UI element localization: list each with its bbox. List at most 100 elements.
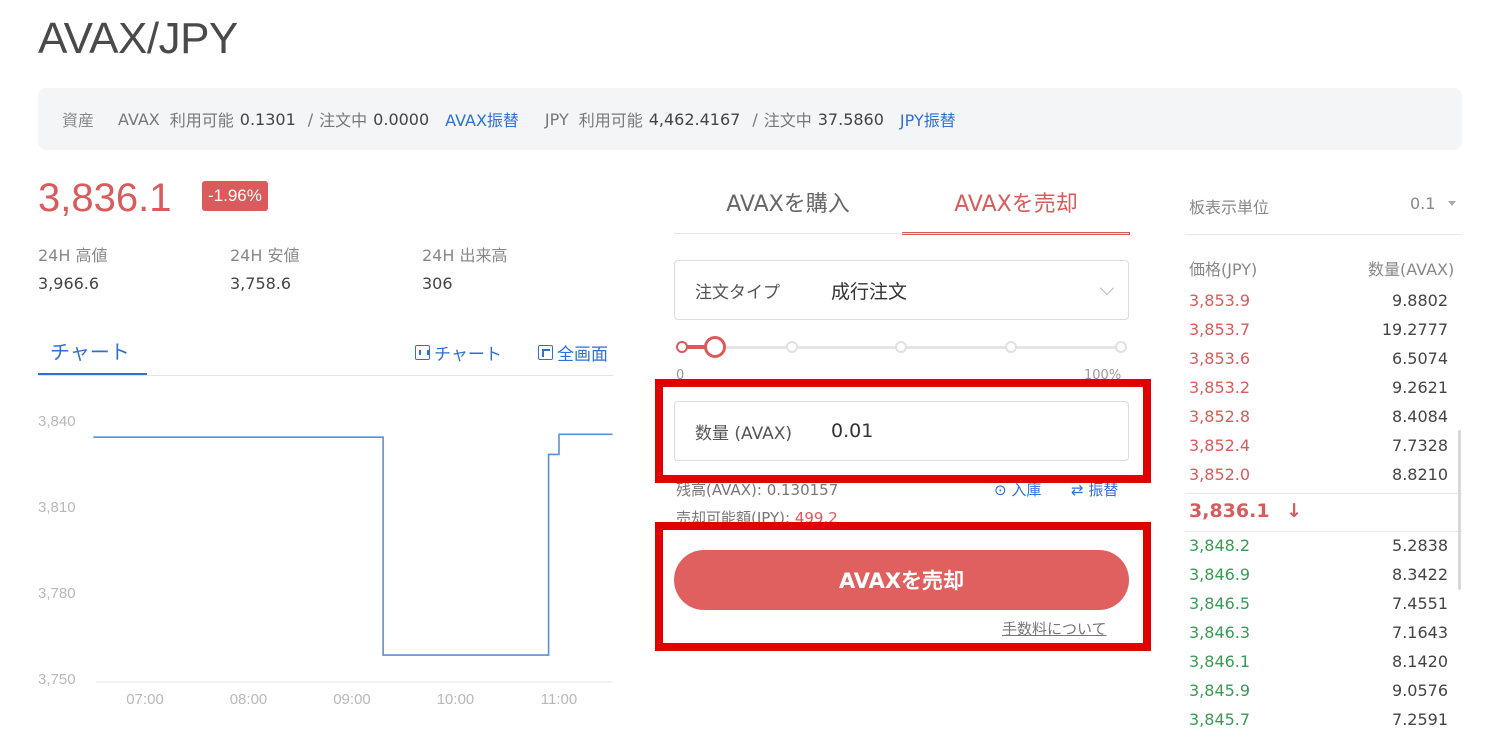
assets-label: 資産 — [62, 111, 95, 130]
orderbook-qty-header: 数量(AVAX) — [1368, 260, 1455, 279]
orderbook-bid-price: 3,846.5 — [1189, 594, 1251, 613]
chart-x-tick-label: 08:00 — [230, 691, 268, 708]
orderbook-ask-row[interactable]: 3,852.4 7.7328 — [1189, 436, 1448, 465]
chart-bars-icon — [415, 345, 430, 360]
orderbook-bid-qty: 8.3422 — [1392, 565, 1448, 584]
slider-dot-100[interactable] — [1115, 341, 1127, 353]
orderbook-bid-price: 3,846.3 — [1189, 623, 1251, 642]
orderbook-bid-price: 3,845.9 — [1189, 681, 1251, 700]
jpy-available-label: 利用可能 — [578, 111, 643, 130]
caret-down-icon — [1448, 201, 1456, 206]
stat-low-label: 24H 安値 — [230, 246, 300, 265]
trade-tab-divider — [674, 233, 1129, 234]
slider-dot-75[interactable] — [1005, 341, 1017, 353]
slider-start-dot — [676, 341, 688, 353]
jpy-separator: / — [752, 109, 758, 129]
orderbook-ask-qty: 6.5074 — [1392, 349, 1448, 368]
balance-value: 0.130157 — [766, 481, 839, 499]
chart-x-tick-label: 07:00 — [126, 691, 164, 708]
orderbook-divider — [1185, 234, 1462, 235]
avax-available-label: 利用可能 — [169, 111, 234, 130]
orderbook-ask-price: 3,853.6 — [1189, 349, 1251, 368]
chevron-down-icon — [1099, 280, 1115, 296]
orderbook-bid-row[interactable]: 3,845.9 9.0576 — [1189, 681, 1448, 710]
orderbook-bid-price: 3,846.1 — [1189, 652, 1251, 671]
orderbook-ask-price: 3,853.7 — [1189, 320, 1251, 339]
slider-dot-25[interactable] — [786, 341, 798, 353]
stat-high-label: 24H 高値 — [38, 246, 108, 265]
orderbook-bid-qty: 9.0576 — [1392, 681, 1448, 700]
orderbook-last-price: 3,836.1 ↓ — [1189, 500, 1302, 522]
orderbook-bid-row[interactable]: 3,848.2 5.2838 — [1189, 536, 1448, 565]
jpy-in-order-label: 注文中 — [763, 111, 812, 130]
orderbook-unit-label: 板表示単位 — [1189, 198, 1270, 217]
jpy-transfer-link[interactable]: JPY振替 — [900, 107, 956, 131]
avax-in-order-value: 0.0000 — [373, 109, 430, 129]
orderbook-bid-qty: 7.1643 — [1392, 623, 1448, 642]
orderbook-ask-row[interactable]: 3,853.6 6.5074 — [1189, 349, 1448, 378]
tab-sell[interactable]: AVAXを売却 — [902, 186, 1130, 235]
orderbook-ask-price: 3,852.0 — [1189, 465, 1251, 484]
chart-type-link[interactable]: チャート — [415, 340, 502, 365]
chart-x-tick-label: 09:00 — [333, 691, 371, 708]
clock-icon: ⊙ — [994, 481, 1007, 499]
fullscreen-icon — [538, 345, 553, 360]
swap-arrows-icon: ⇄ — [1071, 481, 1084, 499]
orderbook-unit-select[interactable]: 0.1 — [1410, 194, 1435, 213]
orderbook-bid-row[interactable]: 3,845.7 7.2591 — [1189, 710, 1448, 739]
orderbook-bid-qty: 5.2838 — [1392, 536, 1448, 555]
jpy-currency: JPY — [544, 109, 569, 129]
orderbook-bid-price: 3,846.9 — [1189, 565, 1251, 584]
transfer-link-label: 振替 — [1088, 481, 1119, 499]
orderbook-bid-row[interactable]: 3,846.5 7.4551 — [1189, 594, 1448, 623]
asset-bar: 資産 AVAX 利用可能 0.1301 / 注文中 0.0000 AVAX振替 … — [38, 88, 1462, 150]
tab-buy[interactable]: AVAXを購入 — [674, 186, 902, 232]
chart-y-tick-label: 3,840 — [38, 413, 76, 430]
chart-x-tick-label: 11:00 — [541, 691, 577, 708]
orderbook-bid-row[interactable]: 3,846.1 8.1420 — [1189, 652, 1448, 681]
chart-x-tick-label: 10:00 — [437, 691, 475, 708]
stat-volume: 24H 出来高 306 — [422, 242, 507, 293]
orderbook-bid-row[interactable]: 3,846.9 8.3422 — [1189, 565, 1448, 594]
avax-in-order-label: 注文中 — [319, 111, 368, 130]
order-type-select[interactable]: 注文タイプ 成行注文 — [674, 260, 1129, 320]
stat-high: 24H 高値 3,966.6 — [38, 242, 107, 293]
stat-high-value: 3,966.6 — [38, 274, 100, 293]
orderbook-ask-price: 3,853.2 — [1189, 378, 1251, 397]
stat-low-value: 3,758.6 — [230, 274, 292, 293]
orderbook-ask-row[interactable]: 3,852.8 8.4084 — [1189, 407, 1448, 436]
order-type-label: 注文タイプ — [695, 282, 780, 303]
sell-button[interactable]: AVAXを売却 — [674, 550, 1129, 610]
fee-info-link[interactable]: 手数料について — [1002, 618, 1107, 639]
deposit-link-label: 入庫 — [1011, 481, 1042, 499]
stat-volume-label: 24H 出来高 — [422, 246, 508, 265]
tab-chart[interactable]: チャート — [38, 336, 147, 376]
fullscreen-link-label: 全画面 — [557, 345, 608, 365]
current-price: 3,836.1 — [38, 176, 172, 220]
orderbook-ask-qty: 8.8210 — [1392, 465, 1448, 484]
avax-currency: AVAX — [118, 109, 160, 129]
chart-y-tick-label: 3,750 — [38, 671, 76, 688]
chart-type-link-label: チャート — [434, 345, 502, 365]
orderbook-ask-row[interactable]: 3,853.2 9.2621 — [1189, 378, 1448, 407]
orderbook-bid-price: 3,848.2 — [1189, 536, 1251, 555]
orderbook-ask-row[interactable]: 3,853.9 9.8802 — [1189, 291, 1448, 320]
orderbook-ask-price: 3,852.8 — [1189, 407, 1251, 426]
chart-tab-divider — [38, 375, 613, 376]
price-chart[interactable]: 3,840 3,810 3,780 3,750 07:00 08:00 09:00 10:00… — [38, 395, 613, 720]
avax-transfer-link[interactable]: AVAX振替 — [445, 107, 519, 131]
orderbook-ask-row[interactable]: 3,853.7 19.2777 — [1189, 320, 1448, 349]
slider-dot-50[interactable] — [895, 341, 907, 353]
orderbook-bid-row[interactable]: 3,846.3 7.1643 — [1189, 623, 1448, 652]
fullscreen-link[interactable]: 全画面 — [538, 340, 608, 365]
orderbook-bid-qty: 7.2591 — [1392, 710, 1448, 729]
amount-slider-handle[interactable] — [704, 336, 726, 358]
chart-y-tick-label: 3,780 — [38, 585, 76, 602]
avax-separator: / — [307, 109, 314, 129]
orderbook-scrollbar[interactable] — [1458, 430, 1461, 590]
balance-label: 残高(AVAX): — [676, 481, 762, 499]
orderbook-ask-row[interactable]: 3,852.0 8.8210 — [1189, 465, 1448, 494]
orderbook-bid-qty: 7.4551 — [1392, 594, 1448, 613]
order-type-value: 成行注文 — [831, 280, 908, 303]
orderbook-ask-qty: 9.2621 — [1392, 378, 1448, 397]
